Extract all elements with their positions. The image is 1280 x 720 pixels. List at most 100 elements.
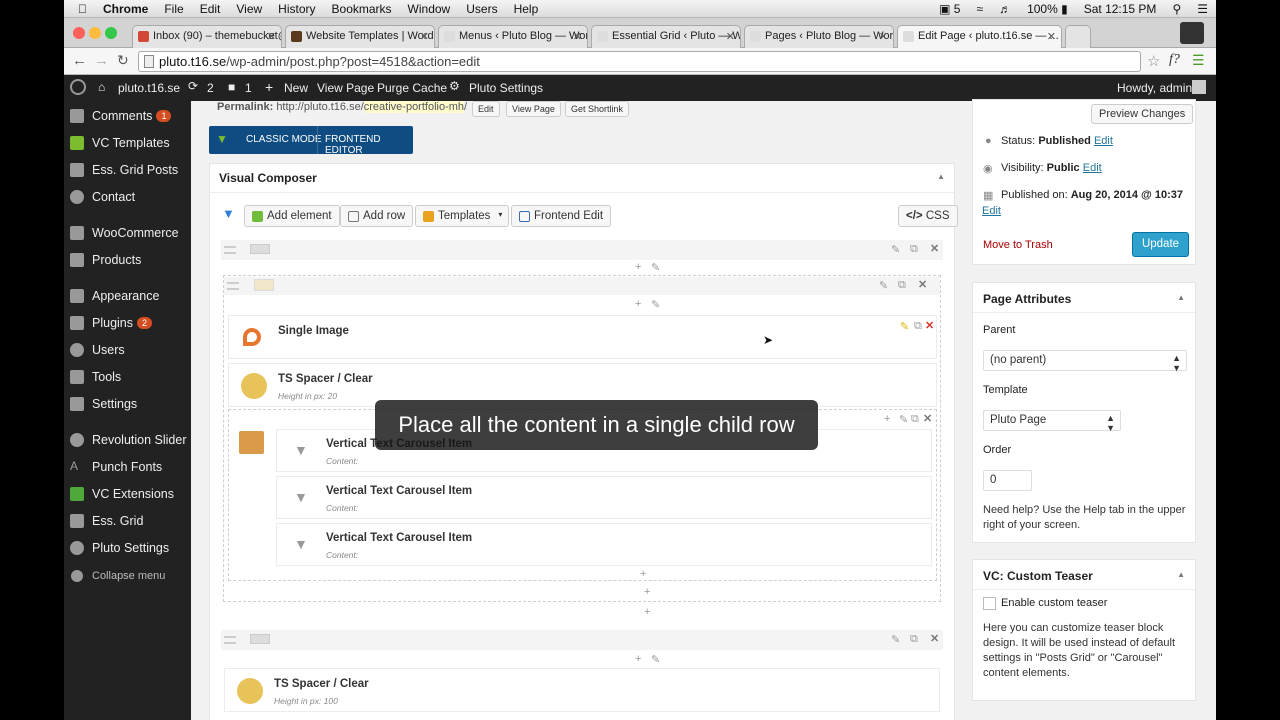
collapse-menu[interactable]: Collapse menu: [64, 564, 191, 590]
update-button[interactable]: Update: [1132, 232, 1189, 257]
menu-history[interactable]: History: [270, 0, 323, 18]
get-shortlink-button[interactable]: Get Shortlink: [565, 101, 630, 117]
close-tab-icon[interactable]: ✕: [879, 30, 888, 43]
column-layout-icon[interactable]: [250, 634, 270, 644]
edit-element-icon[interactable]: ✎: [900, 320, 909, 333]
clone-row-icon[interactable]: ⧉: [910, 633, 918, 646]
edit-row-icon[interactable]: ✎: [891, 243, 900, 256]
menu-bookmarks[interactable]: Bookmarks: [324, 0, 400, 18]
menu-window[interactable]: Window: [400, 0, 459, 18]
extension-icon[interactable]: f?: [1169, 52, 1180, 68]
permalink-slug[interactable]: creative-portfolio-mh: [363, 101, 465, 113]
admin-bar-howdy[interactable]: Howdy, admin: [1117, 81, 1192, 95]
classic-mode-button[interactable]: CLASSIC MODE: [246, 134, 322, 145]
close-tab-icon[interactable]: ✕: [726, 30, 735, 43]
admin-bar-site[interactable]: pluto.t16.se: [118, 81, 180, 95]
add-element-icon[interactable]: +: [644, 586, 650, 598]
close-window-icon[interactable]: [73, 27, 85, 39]
delete-row-icon[interactable]: ✕: [930, 242, 939, 255]
order-input[interactable]: 0: [983, 470, 1032, 491]
edit-row-icon[interactable]: ✎: [879, 279, 888, 292]
drag-handle-icon[interactable]: [224, 636, 236, 644]
tab-pages[interactable]: Pages ‹ Pluto Blog — Word...✕: [744, 25, 894, 48]
column-layout-icon[interactable]: [254, 279, 274, 291]
sidebar-item-vc-extensions[interactable]: VC Extensions: [64, 481, 191, 507]
add-element-icon[interactable]: +: [644, 606, 650, 618]
avatar[interactable]: [1192, 80, 1206, 94]
add-element-icon[interactable]: +: [635, 261, 641, 273]
admin-bar-view-page[interactable]: View Page: [317, 81, 374, 95]
preview-changes-button[interactable]: Preview Changes: [1091, 104, 1194, 124]
templates-dropdown[interactable]: Templates ▾: [415, 205, 510, 227]
new-tab-button[interactable]: [1065, 25, 1091, 48]
bookmark-star-icon[interactable]: ☆: [1147, 52, 1160, 70]
sidebar-item-settings[interactable]: Settings: [64, 391, 191, 417]
collapse-toggle-icon[interactable]: ▲: [1177, 570, 1185, 579]
menu-users[interactable]: Users: [458, 0, 505, 18]
close-tab-icon[interactable]: ✕: [1047, 30, 1056, 43]
menu-file[interactable]: File: [156, 0, 191, 18]
tab-website-templates[interactable]: Website Templates | Word... ✕: [285, 25, 435, 48]
admin-bar-new[interactable]: New: [284, 81, 308, 95]
minimize-window-icon[interactable]: [89, 27, 101, 39]
delete-element-icon[interactable]: ✕: [925, 319, 934, 332]
tab-edit-page[interactable]: Edit Page ‹ pluto.t16.se — ... ✕: [897, 25, 1062, 49]
drag-handle-icon[interactable]: [227, 282, 239, 290]
sidebar-item-woocommerce[interactable]: WooCommerce: [64, 220, 191, 246]
published-edit-link[interactable]: Edit: [982, 205, 1001, 217]
sidebar-item-plugins[interactable]: Plugins 2: [64, 310, 191, 336]
clone-row-icon[interactable]: ⧉: [898, 279, 906, 292]
sidebar-item-ess-grid-posts[interactable]: Ess. Grid Posts: [64, 157, 191, 183]
edit-column-icon[interactable]: ✎: [651, 298, 660, 311]
edit-element-icon[interactable]: ✎: [899, 413, 908, 426]
permalink-edit-button[interactable]: Edit: [472, 101, 500, 117]
menu-edit[interactable]: Edit: [192, 0, 229, 18]
wordpress-logo-icon[interactable]: [70, 79, 86, 95]
tab-inbox[interactable]: Inbox (90) – themebucket@...✕: [132, 25, 282, 48]
carousel-item[interactable]: ▼ Vertical Text Carousel Item Content:: [276, 476, 932, 519]
sidebar-item-vc-templates[interactable]: VC Templates: [64, 130, 191, 156]
updates-icon[interactable]: ⟳: [188, 79, 198, 93]
drag-handle-icon[interactable]: [224, 246, 236, 254]
comments-icon[interactable]: ■: [228, 80, 235, 94]
sidebar-item-punch-fonts[interactable]: A Punch Fonts: [64, 454, 191, 480]
parent-select[interactable]: (no parent) ▲ ▼: [983, 350, 1187, 373]
enable-teaser-checkbox[interactable]: [983, 597, 996, 610]
tab-menus[interactable]: Menus ‹ Pluto Blog — Word...✕: [438, 25, 588, 48]
delete-element-icon[interactable]: ✕: [923, 412, 932, 425]
clone-element-icon[interactable]: ⧉: [914, 320, 922, 333]
edit-row-icon[interactable]: ✎: [891, 633, 900, 646]
forward-icon[interactable]: →: [94, 52, 109, 69]
wifi-icon[interactable]: ≈: [968, 0, 991, 18]
custom-css-button[interactable]: </> CSS: [898, 205, 958, 227]
add-element-icon[interactable]: +: [635, 653, 641, 665]
chrome-menu-icon[interactable]: ☰: [1192, 52, 1205, 69]
menu-help[interactable]: Help: [506, 0, 547, 18]
sidebar-item-tools[interactable]: Tools: [64, 364, 191, 390]
reload-icon[interactable]: ↻: [117, 52, 129, 69]
close-tab-icon[interactable]: ✕: [573, 30, 582, 43]
sidebar-item-revolution-slider[interactable]: Revolution Slider: [64, 427, 191, 453]
edit-column-icon[interactable]: ✎: [651, 653, 660, 666]
menu-view[interactable]: View: [228, 0, 270, 18]
collapse-toggle-icon[interactable]: ▲: [1177, 293, 1185, 302]
add-element-icon[interactable]: +: [635, 298, 641, 310]
clone-row-icon[interactable]: ⧉: [910, 243, 918, 256]
carousel-item[interactable]: ▼ Vertical Text Carousel Item Content:: [276, 523, 932, 566]
apple-icon[interactable]: : [64, 0, 95, 18]
close-tab-icon[interactable]: ✕: [267, 30, 276, 43]
profile-avatar[interactable]: [1180, 22, 1204, 44]
sidebar-item-pluto-settings[interactable]: Pluto Settings: [64, 535, 191, 561]
visibility-edit-link[interactable]: Edit: [1083, 162, 1102, 174]
view-page-button[interactable]: View Page: [506, 101, 561, 117]
clock[interactable]: Sat 12:15 PM: [1076, 0, 1165, 18]
add-element-icon[interactable]: +: [640, 568, 646, 580]
frontend-editor-button[interactable]: FRONTEND EDITOR: [325, 134, 413, 156]
column-layout-icon[interactable]: [250, 244, 270, 254]
sidebar-item-products[interactable]: Products: [64, 247, 191, 273]
admin-bar-comments-count[interactable]: 1: [245, 81, 252, 95]
sidebar-item-contact[interactable]: Contact: [64, 184, 191, 210]
sidebar-item-ess-grid[interactable]: Ess. Grid: [64, 508, 191, 534]
tab-essential-grid[interactable]: Essential Grid ‹ Pluto — W... ✕: [591, 25, 741, 48]
url-input[interactable]: pluto.t16.se/wp-admin/post.php?post=4518…: [138, 51, 1141, 72]
